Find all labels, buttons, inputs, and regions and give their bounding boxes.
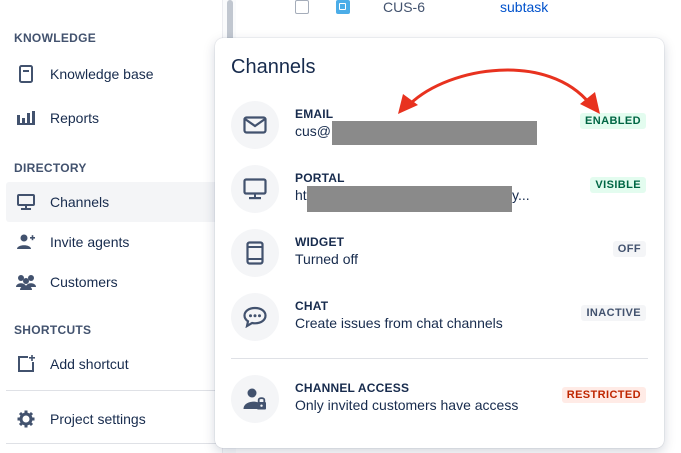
channel-row-access[interactable]: CHANNEL ACCESS Only invited customers ha… bbox=[215, 374, 664, 428]
bar-chart-icon bbox=[16, 108, 36, 128]
section-title-knowledge: KNOWLEDGE bbox=[14, 31, 97, 45]
section-title-shortcuts: SHORTCUTS bbox=[14, 323, 92, 337]
issue-key[interactable]: CUS-6 bbox=[383, 0, 425, 15]
add-shortcut-icon bbox=[16, 354, 36, 374]
status-badge: VISIBLE bbox=[590, 177, 646, 193]
channel-row-chat[interactable]: CHAT Create issues from chat channels IN… bbox=[215, 292, 664, 346]
channel-desc-suffix: y... bbox=[512, 187, 530, 203]
add-person-icon bbox=[16, 232, 36, 252]
channel-row-widget[interactable]: WIDGET Turned off OFF bbox=[215, 228, 664, 282]
gear-icon bbox=[16, 409, 36, 429]
status-badge: OFF bbox=[612, 241, 646, 257]
sidebar-item-invite-agents[interactable]: Invite agents bbox=[6, 222, 222, 262]
channel-desc: Only invited customers have access bbox=[295, 397, 519, 413]
popup-title: Channels bbox=[231, 56, 316, 78]
sidebar-item-add-shortcut[interactable]: Add shortcut bbox=[6, 344, 222, 384]
sidebar-divider bbox=[6, 443, 222, 444]
sidebar-item-label: Customers bbox=[50, 274, 118, 290]
book-icon bbox=[16, 64, 36, 84]
sidebar-item-reports[interactable]: Reports bbox=[6, 98, 222, 138]
sidebar-item-label: Project settings bbox=[50, 411, 146, 427]
sidebar-item-project-settings[interactable]: Project settings bbox=[6, 399, 222, 439]
issue-type-link[interactable]: subtask bbox=[500, 0, 548, 15]
widget-icon bbox=[231, 229, 279, 277]
sidebar-item-label: Channels bbox=[50, 194, 110, 210]
sidebar-item-label: Knowledge base bbox=[50, 66, 154, 82]
sidebar-item-label: Add shortcut bbox=[50, 356, 129, 372]
sidebar-divider bbox=[6, 390, 222, 391]
channel-row-email[interactable]: EMAIL cus@ ENABLED bbox=[215, 100, 664, 154]
section-title-directory: DIRECTORY bbox=[14, 161, 87, 175]
channels-popup: Channels EMAIL cus@ ENABLED PORTAL ht y.… bbox=[215, 38, 664, 448]
channel-row-portal[interactable]: PORTAL ht y... VISIBLE bbox=[215, 164, 664, 218]
monitor-icon bbox=[231, 165, 279, 213]
chat-bubble-icon bbox=[231, 293, 279, 341]
channel-desc: Turned off bbox=[295, 251, 359, 267]
channel-desc-prefix: ht bbox=[295, 187, 307, 203]
channel-name: EMAIL bbox=[295, 107, 334, 121]
redaction-block bbox=[307, 186, 512, 212]
sidebar-item-label: Invite agents bbox=[50, 234, 130, 250]
status-badge: RESTRICTED bbox=[561, 387, 646, 403]
status-badge: ENABLED bbox=[580, 113, 646, 129]
sidebar-item-customers[interactable]: Customers bbox=[6, 262, 222, 302]
table-row[interactable]: CUS-6 subtask bbox=[236, 0, 681, 16]
redaction-block bbox=[332, 121, 537, 145]
channel-name: PORTAL bbox=[295, 171, 345, 185]
channel-name: WIDGET bbox=[295, 235, 345, 249]
channel-desc: ht bbox=[295, 187, 307, 203]
row-checkbox[interactable] bbox=[295, 0, 309, 14]
channel-desc: Create issues from chat channels bbox=[295, 315, 503, 331]
sidebar-item-label: Reports bbox=[50, 110, 100, 126]
status-badge: INACTIVE bbox=[581, 305, 646, 321]
popup-divider bbox=[231, 358, 648, 359]
channel-name: CHAT bbox=[295, 299, 329, 313]
envelope-icon bbox=[231, 101, 279, 149]
subtask-icon bbox=[336, 0, 350, 14]
monitor-icon bbox=[16, 192, 36, 212]
channel-name: CHANNEL ACCESS bbox=[295, 381, 410, 395]
person-lock-icon bbox=[231, 375, 279, 423]
sidebar: KNOWLEDGE Knowledge base Reports DIRECTO… bbox=[0, 0, 222, 453]
people-icon bbox=[16, 272, 36, 292]
sidebar-item-channels[interactable]: Channels bbox=[6, 182, 222, 222]
sidebar-item-knowledge-base[interactable]: Knowledge base bbox=[6, 54, 222, 94]
channel-desc: cus@ bbox=[295, 123, 331, 139]
